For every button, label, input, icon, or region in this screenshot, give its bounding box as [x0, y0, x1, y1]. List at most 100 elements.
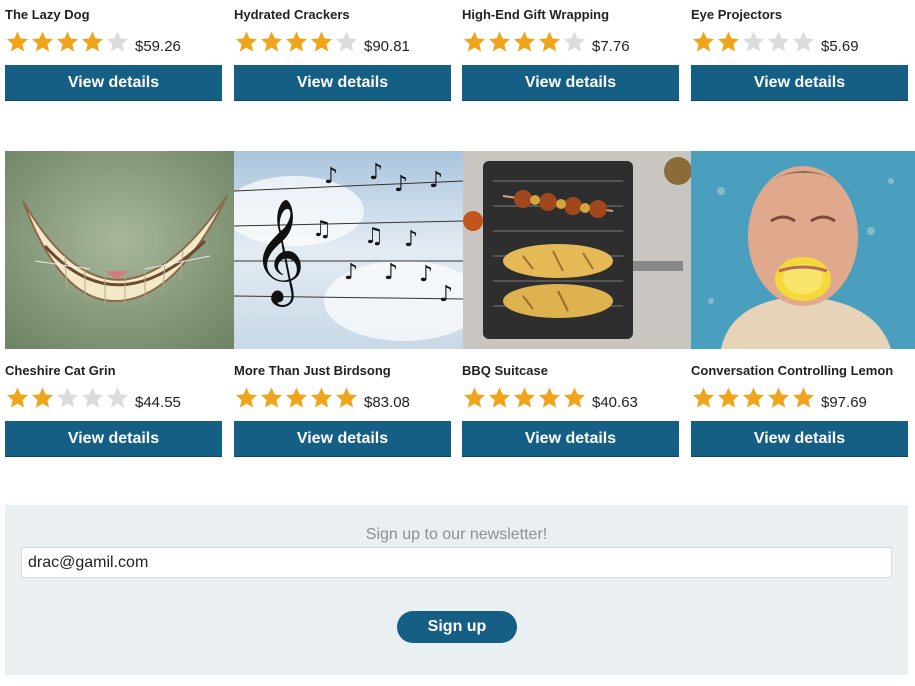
view-details-button[interactable]: View details: [462, 421, 679, 457]
star-rating: [691, 30, 816, 54]
product-price: $59.26: [135, 37, 181, 55]
product-name: High-End Gift Wrapping: [462, 7, 610, 22]
birdsong-music-notes-image[interactable]: 𝄞 ♪ ♪ ♪ ♪ ♫ ♫ ♪ ♪ ♪ ♪ ♪: [234, 151, 463, 349]
star-filled-icon: [489, 387, 510, 408]
product-card: The Lazy Dog $59.26: [5, 7, 222, 57]
star-rating: [5, 30, 130, 54]
star-filled-icon: [82, 31, 103, 52]
product-price: $97.69: [821, 393, 867, 411]
star-filled-icon: [261, 31, 282, 52]
star-empty-icon: [768, 31, 789, 52]
sign-up-button[interactable]: Sign up: [397, 611, 517, 643]
view-details-button[interactable]: View details: [234, 421, 451, 457]
man-biting-lemon-image[interactable]: [691, 151, 915, 349]
star-filled-icon: [514, 31, 535, 52]
star-empty-icon: [564, 31, 585, 52]
star-filled-icon: [539, 387, 560, 408]
product-rating: $90.81: [234, 27, 451, 57]
product-rating: $40.63: [462, 383, 679, 413]
star-filled-icon: [464, 387, 485, 408]
view-details-button[interactable]: View details: [462, 65, 679, 101]
product-name: The Lazy Dog: [5, 7, 90, 22]
svg-text:𝄞: 𝄞: [252, 198, 305, 307]
product-card: High-End Gift Wrapping $7.76: [462, 7, 679, 57]
svg-text:♪: ♪: [344, 260, 358, 285]
star-filled-icon: [718, 387, 739, 408]
product-rating: $59.26: [5, 27, 222, 57]
product-card: BBQ Suitcase $40.63: [462, 363, 679, 413]
view-details-button[interactable]: View details: [5, 421, 222, 457]
star-empty-icon: [57, 387, 78, 408]
star-filled-icon: [311, 387, 332, 408]
email-field[interactable]: [21, 547, 892, 578]
star-rating: [5, 386, 130, 410]
product-price: $40.63: [592, 393, 638, 411]
product-card: More Than Just Birdsong $83.08: [234, 363, 451, 413]
product-rating: $5.69: [691, 27, 908, 57]
product-card: Cheshire Cat Grin $44.55: [5, 363, 222, 413]
star-filled-icon: [236, 387, 257, 408]
view-details-button[interactable]: View details: [691, 421, 908, 457]
star-filled-icon: [693, 387, 714, 408]
product-price: $44.55: [135, 393, 181, 411]
star-filled-icon: [336, 387, 357, 408]
product-rating: $7.76: [462, 27, 679, 57]
svg-text:♪: ♪: [324, 164, 338, 189]
star-empty-icon: [793, 31, 814, 52]
product-name: Hydrated Crackers: [234, 7, 350, 22]
product-card: Hydrated Crackers $90.81: [234, 7, 451, 57]
svg-text:♪: ♪: [394, 172, 408, 197]
star-filled-icon: [286, 31, 307, 52]
star-filled-icon: [286, 387, 307, 408]
svg-text:♪: ♪: [419, 262, 433, 287]
product-card: Conversation Controlling Lemon $97.69: [691, 363, 908, 413]
star-filled-icon: [514, 387, 535, 408]
svg-text:♪: ♪: [384, 260, 398, 285]
svg-text:♪: ♪: [369, 160, 383, 185]
star-rating: [234, 386, 359, 410]
star-filled-icon: [768, 387, 789, 408]
star-rating: [462, 386, 587, 410]
star-rating: [691, 386, 816, 410]
star-empty-icon: [336, 31, 357, 52]
product-name: Cheshire Cat Grin: [5, 363, 116, 378]
star-filled-icon: [489, 31, 510, 52]
product-price: $90.81: [364, 37, 410, 55]
product-price: $83.08: [364, 393, 410, 411]
star-filled-icon: [464, 31, 485, 52]
star-filled-icon: [539, 31, 560, 52]
product-rating: $83.08: [234, 383, 451, 413]
star-filled-icon: [57, 31, 78, 52]
star-filled-icon: [32, 387, 53, 408]
product-rating: $44.55: [5, 383, 222, 413]
product-price: $7.76: [592, 37, 630, 55]
star-filled-icon: [311, 31, 332, 52]
product-name: Conversation Controlling Lemon: [691, 363, 894, 378]
star-empty-icon: [107, 387, 128, 408]
star-rating: [462, 30, 587, 54]
star-rating: [234, 30, 359, 54]
product-name: BBQ Suitcase: [462, 363, 548, 378]
view-details-button[interactable]: View details: [234, 65, 451, 101]
star-filled-icon: [7, 387, 29, 408]
star-filled-icon: [32, 31, 53, 52]
view-details-button[interactable]: View details: [5, 65, 222, 101]
product-name: Eye Projectors: [691, 7, 783, 22]
star-empty-icon: [82, 387, 103, 408]
cheshire-cat-grin-image[interactable]: [5, 151, 234, 349]
product-price: $5.69: [821, 37, 859, 55]
bbq-grill-image[interactable]: [463, 151, 691, 349]
newsletter-section: Sign up to our newsletter! Sign up: [5, 505, 908, 675]
svg-text:♪: ♪: [439, 282, 453, 307]
star-empty-icon: [107, 31, 128, 52]
svg-text:♪: ♪: [429, 168, 443, 193]
star-filled-icon: [718, 31, 739, 52]
star-filled-icon: [261, 387, 282, 408]
newsletter-heading: Sign up to our newsletter!: [365, 526, 548, 543]
product-card: Eye Projectors $5.69: [691, 7, 908, 57]
star-filled-icon: [743, 387, 764, 408]
product-name: More Than Just Birdsong: [234, 363, 391, 378]
star-filled-icon: [7, 31, 29, 52]
view-details-button[interactable]: View details: [691, 65, 908, 101]
star-filled-icon: [564, 387, 585, 408]
